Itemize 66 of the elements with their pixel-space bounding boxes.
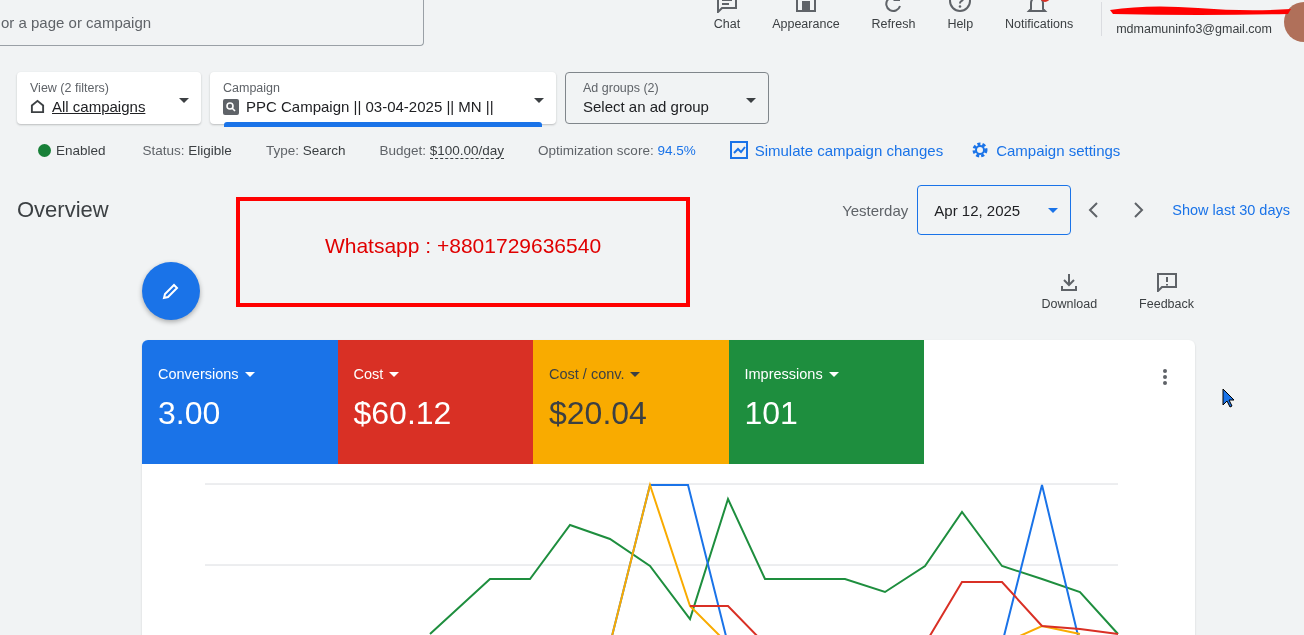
appearance-icon [793, 0, 818, 13]
toolbar-button[interactable]: Notifications [989, 0, 1090, 32]
mouse-pointer-icon [1222, 388, 1236, 408]
metric-tile[interactable]: Cost / conv. $20.04 [533, 340, 729, 464]
metric-tile[interactable]: Cost $60.12 [337, 340, 533, 464]
date-range-label: Yesterday [842, 201, 909, 219]
toolbar-button[interactable]: Help [931, 0, 990, 32]
filter-label: View (2 filters) [30, 81, 110, 95]
status-item: Type: Search [265, 142, 346, 158]
metric-value: $20.04 [549, 395, 648, 432]
search-icon [223, 98, 239, 115]
metric-value: 3.00 [158, 395, 222, 432]
action-button[interactable]: Feedback [1133, 271, 1200, 311]
dropdown-caret-icon [630, 371, 641, 377]
more-options-icon[interactable] [1163, 368, 1167, 388]
download-icon [1059, 271, 1080, 292]
status-dot [38, 143, 51, 157]
status-item: Status: Eligible [142, 142, 232, 158]
metric-label: Impressions [744, 366, 823, 382]
date-picker[interactable]: Apr 12, 2025 [917, 185, 1072, 235]
toolbar-button[interactable]: Chat [697, 0, 757, 32]
settings-icon [971, 141, 990, 159]
filter-value: PPC Campaign || 03-04-2025 || MN || [246, 98, 494, 115]
filter-label: Campaign [223, 81, 281, 95]
filter-dropdown[interactable]: Campaign PPC Campaign || 03-04-2025 || MN || [210, 72, 556, 124]
dropdown-caret-icon [1048, 207, 1059, 213]
dropdown-caret-icon [389, 371, 400, 377]
metric-label: Conversions [158, 366, 239, 382]
dropdown-caret-icon [534, 98, 544, 103]
chat-icon [714, 0, 739, 13]
dropdown-caret-icon [828, 371, 839, 377]
filter-label: Ad groups (2) [583, 81, 660, 95]
filter-dropdown[interactable]: Ad groups (2) Select an ad group [565, 72, 769, 124]
action-button[interactable]: Download [1035, 271, 1104, 311]
pencil-icon [161, 281, 181, 301]
metric-value: 101 [744, 395, 799, 432]
chart-icon [729, 141, 748, 159]
edit-button[interactable] [142, 262, 200, 320]
search-field[interactable]: or a page or campaign [0, 0, 424, 46]
metric-tile[interactable]: Impressions 101 [728, 340, 924, 464]
previous-icon[interactable] [1087, 201, 1100, 219]
filter-dropdown[interactable]: View (2 filters) All campaigns [17, 72, 201, 124]
metric-value: $60.12 [353, 395, 453, 432]
feedback-icon [1155, 271, 1178, 292]
filter-value: Select an ad group [583, 98, 709, 115]
annotation-text: Whatsapp : +8801729636540 [324, 234, 602, 259]
metric-tile[interactable]: Conversions 3.00 [142, 340, 338, 464]
status-item: Optimization score: 94.5% [538, 142, 696, 158]
filter-value: All campaigns [52, 98, 146, 115]
dropdown-caret-icon [179, 98, 189, 103]
metric-label: Cost / conv. [549, 366, 625, 382]
metric-label: Cost [353, 366, 384, 382]
toolbar-button[interactable]: Refresh [855, 0, 932, 32]
toolbar-link[interactable]: Simulate campaign changes [729, 141, 944, 159]
campaign-state: Enabled [56, 142, 106, 158]
house-icon [30, 99, 45, 114]
date-range-link[interactable]: Show last 30 days [1172, 202, 1290, 218]
account-email: mdmamuninfo3@gmail.com [1116, 22, 1272, 36]
help-icon [948, 0, 973, 13]
dropdown-caret-icon [244, 371, 255, 377]
toolbar-link[interactable]: Campaign settings [971, 141, 1121, 159]
next-icon[interactable] [1133, 201, 1146, 219]
overview-title: Overview [17, 197, 109, 223]
status-item: Budget: $100.00/day [379, 142, 505, 158]
toolbar-button[interactable]: Appearance [756, 0, 856, 32]
dropdown-caret-icon [746, 98, 756, 103]
